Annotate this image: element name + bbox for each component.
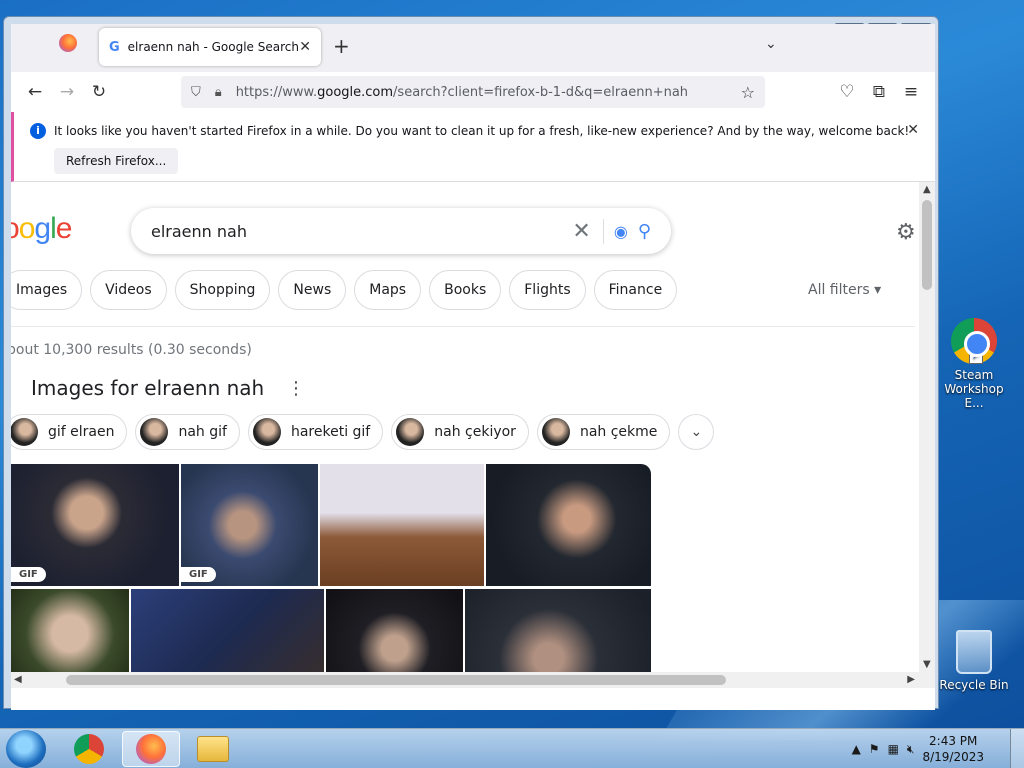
navigation-bar: ← → ↻ ⛉ 🔒︎ https://www.google.com/search…: [11, 72, 935, 112]
network-icon[interactable]: ▦: [888, 742, 899, 756]
search-box[interactable]: elraenn nah ✕ ◉ ⚲: [131, 208, 671, 254]
gif-badge: GIF: [181, 567, 216, 582]
list-all-tabs-button[interactable]: ⌄: [765, 36, 777, 52]
clock-time: 2:43 PM: [929, 734, 978, 748]
recycle-bin-icon: [956, 630, 992, 674]
action-center-icon[interactable]: ⚑: [869, 742, 880, 756]
thumbnail-avatar: [396, 418, 425, 446]
back-button[interactable]: ←: [19, 76, 51, 108]
vertical-scrollbar[interactable]: ▲ ▼: [919, 182, 935, 688]
info-icon: i: [30, 123, 46, 139]
tab-books[interactable]: Books: [429, 270, 502, 310]
firefox-pinned-tab-icon[interactable]: [59, 34, 77, 52]
search-icon[interactable]: ⚲: [638, 221, 651, 242]
image-result[interactable]: GIF: [181, 464, 318, 586]
reload-button[interactable]: ↻: [83, 76, 115, 108]
thumbnail-avatar: [140, 418, 169, 446]
clock-date: 8/19/2023: [922, 750, 984, 764]
chrome-icon: [74, 734, 104, 764]
thumbnail-avatar: [541, 418, 570, 446]
google-results-page: oogle elraenn nah ✕ ◉ ⚲ ⚙ Images Videos …: [11, 182, 935, 688]
folder-icon: [197, 736, 229, 762]
image-result[interactable]: [486, 464, 651, 586]
desktop-icon-label: Steam Workshop E...: [944, 368, 1004, 410]
related-chip[interactable]: nah çekme: [536, 414, 671, 450]
desktop-icon-steam-workshop[interactable]: ↗ Steam Workshop E...: [934, 318, 1014, 410]
bookmark-star-icon[interactable]: ☆: [741, 83, 755, 102]
clear-search-icon[interactable]: ✕: [560, 218, 604, 244]
gif-badge: GIF: [11, 567, 46, 582]
image-result[interactable]: GIF: [11, 464, 179, 586]
related-chip[interactable]: nah çekiyor: [391, 414, 529, 450]
related-searches: gif elraen nah gif hareketi gif nah çeki…: [11, 414, 715, 450]
horizontal-scrollbar[interactable]: ◀ ▶: [11, 672, 919, 688]
system-tray: ▲ ⚑ ▦ 🔇︎ 2:43 PM 8/19/2023: [852, 733, 984, 765]
thumbnail-avatar: [252, 418, 281, 446]
search-tabs: Images Videos Shopping News Maps Books F…: [11, 270, 678, 310]
close-tab-icon[interactable]: ✕: [299, 39, 311, 55]
url-text[interactable]: https://www.google.com/search?client=fir…: [236, 85, 741, 100]
chrome-shortcut-icon: ↗: [951, 318, 997, 364]
menu-icon[interactable]: ≡: [895, 76, 927, 108]
tab-finance[interactable]: Finance: [593, 270, 678, 310]
all-filters-button[interactable]: All filters ▾: [808, 282, 881, 298]
volume-muted-icon[interactable]: 🔇︎: [907, 742, 915, 757]
google-logo[interactable]: oogle: [11, 212, 72, 246]
taskbar-firefox[interactable]: [122, 731, 180, 767]
tab-images[interactable]: Images: [11, 270, 83, 310]
tab-title: elraenn nah - Google Search: [127, 40, 299, 54]
refresh-firefox-button[interactable]: Refresh Firefox...: [54, 148, 179, 174]
tab-news[interactable]: News: [278, 270, 347, 310]
firefox-content: G elraenn nah - Google Search ✕ + ⌄ ← → …: [11, 24, 935, 710]
notification-bar: i It looks like you haven't started Fire…: [11, 112, 935, 182]
clock[interactable]: 2:43 PM 8/19/2023: [922, 733, 984, 765]
firefox-icon: [136, 734, 166, 764]
related-chip[interactable]: hareketi gif: [247, 414, 384, 450]
lock-icon[interactable]: 🔒︎: [215, 85, 222, 100]
toolbar-right: ♡ ⧉ ≡: [831, 76, 927, 108]
related-chip[interactable]: gif elraen: [11, 414, 128, 450]
firefox-window: ▬ ▭ ✕ G elraenn nah - Google Search ✕ + …: [3, 16, 939, 710]
tab-google-search[interactable]: G elraenn nah - Google Search ✕: [99, 28, 321, 66]
divider: [11, 326, 915, 327]
tab-maps[interactable]: Maps: [354, 270, 422, 310]
google-lens-icon[interactable]: ◉: [604, 222, 638, 241]
related-chip[interactable]: nah gif: [135, 414, 240, 450]
scroll-left-icon[interactable]: ◀: [14, 674, 22, 685]
google-favicon-icon: G: [109, 39, 120, 55]
taskbar-chrome[interactable]: [60, 731, 118, 767]
close-notification-icon[interactable]: ✕: [907, 122, 919, 138]
notification-message: It looks like you haven't started Firefo…: [54, 124, 910, 138]
forward-button[interactable]: →: [51, 76, 83, 108]
vertical-scroll-thumb[interactable]: [922, 200, 932, 290]
tab-shopping[interactable]: Shopping: [174, 270, 271, 310]
desktop-icon-recycle-bin[interactable]: Recycle Bin: [934, 630, 1014, 692]
url-bar[interactable]: ⛉ 🔒︎ https://www.google.com/search?clien…: [181, 76, 765, 108]
settings-gear-icon[interactable]: ⚙: [896, 220, 916, 245]
scroll-up-icon[interactable]: ▲: [923, 184, 931, 195]
images-heading[interactable]: Images for elraenn nah: [31, 376, 264, 400]
tab-videos[interactable]: Videos: [90, 270, 167, 310]
pocket-icon[interactable]: ♡: [831, 76, 863, 108]
taskbar: ▲ ⚑ ▦ 🔇︎ 2:43 PM 8/19/2023: [0, 728, 1024, 768]
tab-flights[interactable]: Flights: [509, 270, 586, 310]
chevron-down-icon[interactable]: ⌄: [678, 414, 715, 450]
show-desktop-button[interactable]: [1010, 729, 1024, 768]
show-hidden-icons-icon[interactable]: ▲: [852, 742, 861, 756]
taskbar-explorer[interactable]: [184, 731, 242, 767]
scroll-down-icon[interactable]: ▼: [923, 659, 931, 670]
more-options-icon[interactable]: ⋮: [287, 378, 305, 399]
image-result[interactable]: [320, 464, 484, 586]
tab-strip: G elraenn nah - Google Search ✕ + ⌄: [11, 24, 935, 72]
thumbnail-avatar: [11, 418, 38, 446]
extensions-icon[interactable]: ⧉: [863, 76, 895, 108]
scroll-right-icon[interactable]: ▶: [907, 674, 915, 685]
start-button[interactable]: [6, 730, 46, 768]
result-stats: bout 10,300 results (0.30 seconds): [11, 342, 252, 358]
tracking-shield-icon[interactable]: ⛉: [191, 85, 201, 100]
desktop-icon-label: Recycle Bin: [939, 678, 1009, 692]
new-tab-button[interactable]: +: [333, 34, 350, 58]
horizontal-scroll-thumb[interactable]: [66, 675, 726, 685]
search-input[interactable]: elraenn nah: [151, 222, 560, 241]
